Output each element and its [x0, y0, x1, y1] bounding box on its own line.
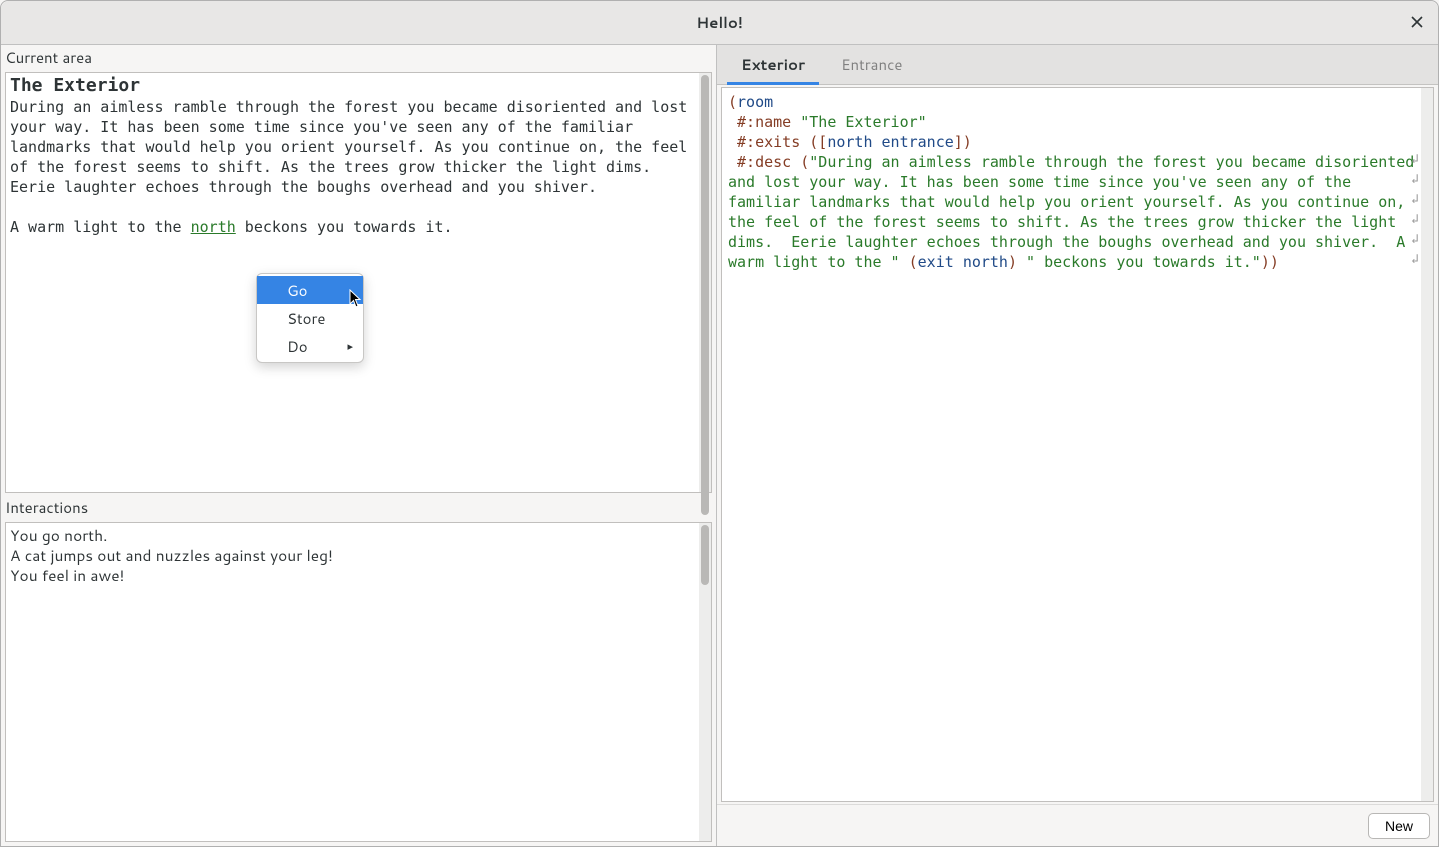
- tab-exterior[interactable]: Exterior: [723, 45, 823, 84]
- new-button[interactable]: New: [1368, 813, 1430, 839]
- interactions-scrollbar[interactable]: [699, 523, 711, 841]
- tabstrip: ExteriorEntrance: [717, 45, 1438, 85]
- right-pane: ExteriorEntrance (room #:name "The Exter…: [717, 45, 1438, 846]
- code-editor[interactable]: (room #:name "The Exterior" #:exits ([no…: [722, 88, 1421, 801]
- context-menu-item-store[interactable]: Store: [257, 304, 363, 332]
- context-menu-item-go[interactable]: Go: [257, 276, 363, 304]
- room-title: The Exterior: [10, 75, 695, 97]
- code-token: (: [800, 153, 809, 171]
- interactions-section: Interactions You go north. A cat jumps o…: [1, 495, 716, 846]
- context-menu-item-label: Go: [287, 280, 308, 301]
- code-token: north: [963, 253, 1008, 271]
- titlebar[interactable]: Hello!: [1, 1, 1438, 45]
- scrollbar-thumb[interactable]: [701, 75, 709, 515]
- context-menu[interactable]: Go Store Do ▸: [256, 273, 364, 363]
- current-area-scrollbar[interactable]: [699, 73, 711, 492]
- code-token: entrance: [882, 133, 954, 151]
- app-window: Hello! Current area The ExteriorDuring a…: [0, 0, 1439, 847]
- editor-scrollbar[interactable]: [1421, 88, 1433, 801]
- code-token: exit: [918, 253, 954, 271]
- close-button[interactable]: [1406, 12, 1428, 34]
- code-token: #:exits: [737, 133, 800, 151]
- code-token: (: [909, 253, 918, 271]
- code-token: "The Exterior": [800, 113, 926, 131]
- code-token: " beckons you towards it.": [1026, 253, 1261, 271]
- current-area-label: Current area: [1, 45, 716, 72]
- code-token: ([: [809, 133, 827, 151]
- code-editor-frame: (room #:name "The Exterior" #:exits ([no…: [721, 87, 1434, 802]
- window-title: Hello!: [696, 12, 743, 33]
- close-icon: [1411, 11, 1423, 34]
- current-area-section: Current area The ExteriorDuring an aimle…: [1, 45, 716, 493]
- bottom-toolbar: New: [717, 804, 1438, 846]
- context-menu-item-do[interactable]: Do ▸: [257, 332, 363, 360]
- tab-entrance[interactable]: Entrance: [823, 45, 920, 84]
- left-pane: Current area The ExteriorDuring an aimle…: [1, 45, 717, 846]
- interactions-frame: You go north. A cat jumps out and nuzzle…: [5, 522, 712, 842]
- code-token: ): [1008, 253, 1017, 271]
- desc-before-link: During an aimless ramble through the for…: [10, 98, 696, 236]
- chevron-right-icon: ▸: [347, 338, 353, 354]
- code-token: )): [1261, 253, 1279, 271]
- code-token: #:name: [737, 113, 791, 131]
- context-menu-item-label: Store: [287, 308, 325, 329]
- code-token: ]): [954, 133, 972, 151]
- code-token: north: [827, 133, 872, 151]
- code-token: room: [737, 93, 773, 111]
- code-token: (: [728, 93, 737, 111]
- context-menu-item-label: Do: [287, 336, 308, 357]
- desc-after-link: beckons you towards it.: [236, 218, 453, 236]
- interactions-text[interactable]: You go north. A cat jumps out and nuzzle…: [6, 523, 699, 841]
- interactions-label: Interactions: [1, 495, 716, 522]
- exit-link-north[interactable]: north: [191, 218, 236, 236]
- code-token: #:desc: [737, 153, 791, 171]
- scrollbar-thumb[interactable]: [701, 525, 709, 585]
